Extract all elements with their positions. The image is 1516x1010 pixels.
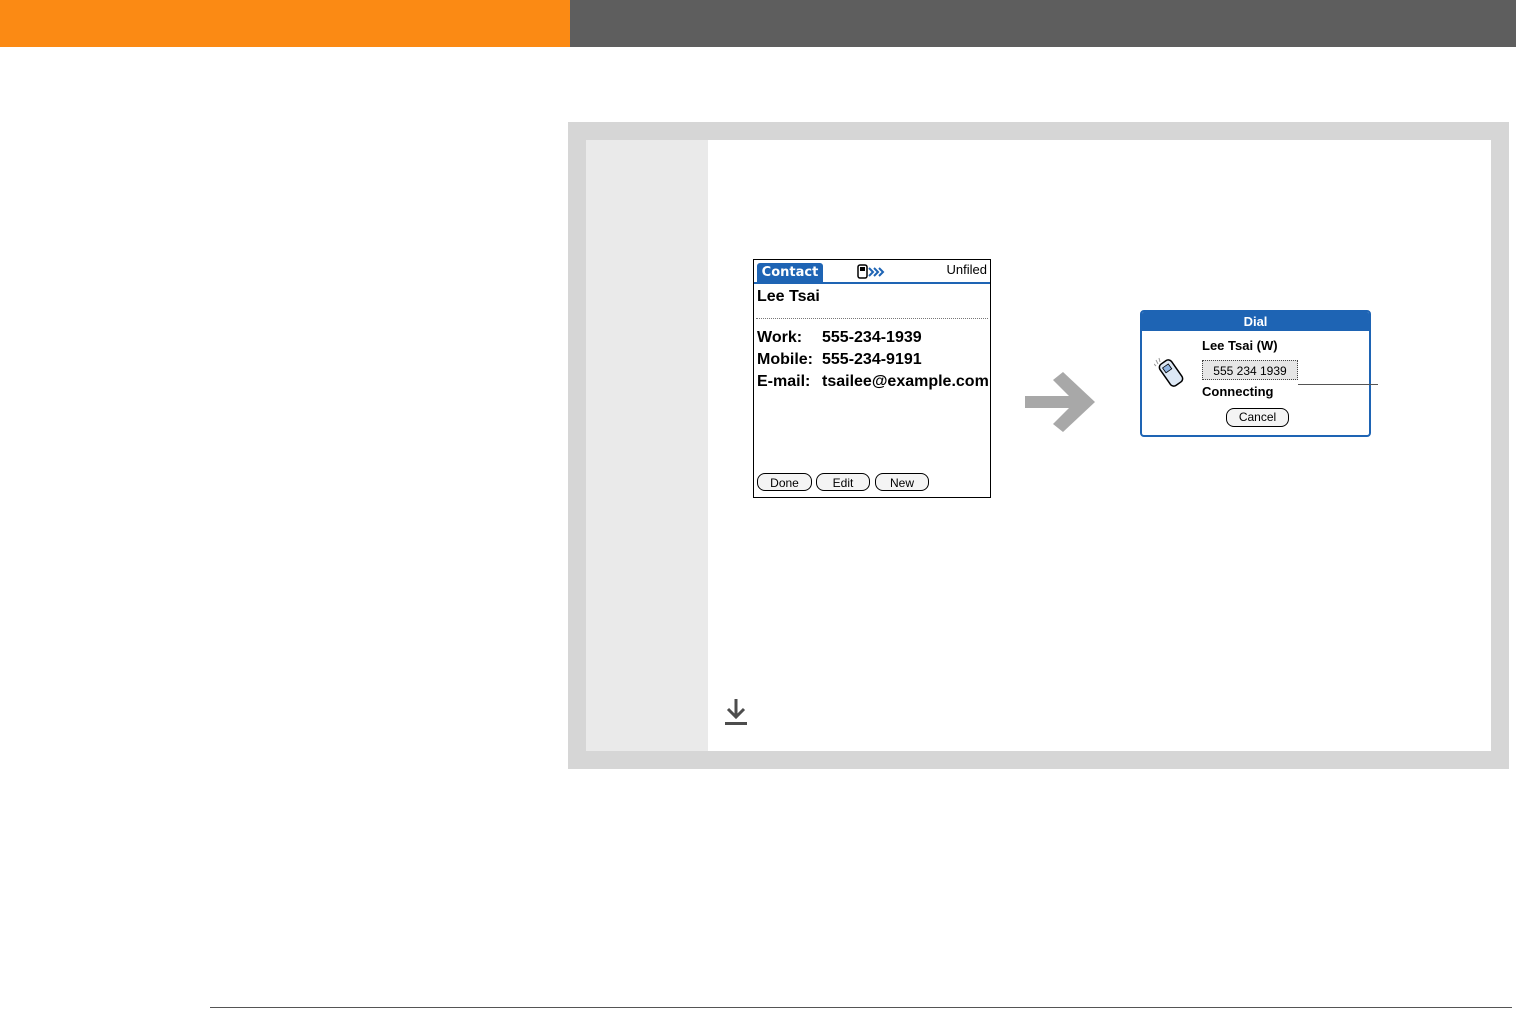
mobile-number[interactable]: 555-234-9191 (822, 350, 922, 370)
field-row-mobile: Mobile: 555-234-9191 (757, 350, 922, 370)
field-row-email: E-mail: tsailee@example.com (757, 372, 989, 392)
callout-line (1298, 384, 1378, 385)
field-label: E-mail: (757, 373, 811, 390)
dial-number-field: 555 234 1939 (1202, 360, 1298, 380)
field-label: Work: (757, 329, 803, 346)
dial-dialog: Dial Lee Tsai (W) 555 234 1939 Connectin… (1140, 310, 1371, 437)
footer-rule (210, 1007, 1512, 1008)
dialog-title: Dial (1142, 312, 1369, 331)
new-button[interactable]: New (875, 473, 929, 491)
dial-status: Connecting (1202, 384, 1274, 399)
email-address[interactable]: tsailee@example.com (822, 372, 989, 392)
work-number[interactable]: 555-234-1939 (822, 328, 922, 348)
contact-name: Lee Tsai (757, 288, 820, 305)
dial-contact-name: Lee Tsai (W) (1202, 338, 1278, 353)
arrow-right-icon (1025, 372, 1095, 432)
download-arrow-icon[interactable] (723, 697, 749, 727)
contact-tab[interactable]: Contact (757, 263, 823, 282)
step-number-column (586, 140, 708, 751)
step-panel: Contact Unfiled Lee Tsai Work: 555-234-19… (568, 122, 1509, 769)
field-row-work: Work: 555-234-1939 (757, 328, 922, 348)
phone-forward-icon[interactable] (857, 264, 887, 280)
edit-button[interactable]: Edit (816, 473, 870, 491)
cell-phone-icon (1154, 357, 1184, 387)
title-rule (754, 282, 990, 284)
done-button[interactable]: Done (757, 473, 812, 491)
header-bar (570, 0, 1516, 47)
category-dropdown[interactable]: Unfiled (947, 261, 987, 279)
contact-screen: Contact Unfiled Lee Tsai Work: 555-234-19… (753, 259, 991, 498)
field-label: Mobile: (757, 351, 813, 368)
cancel-button[interactable]: Cancel (1226, 408, 1289, 427)
divider (756, 318, 988, 319)
header-accent-bar (0, 0, 570, 47)
